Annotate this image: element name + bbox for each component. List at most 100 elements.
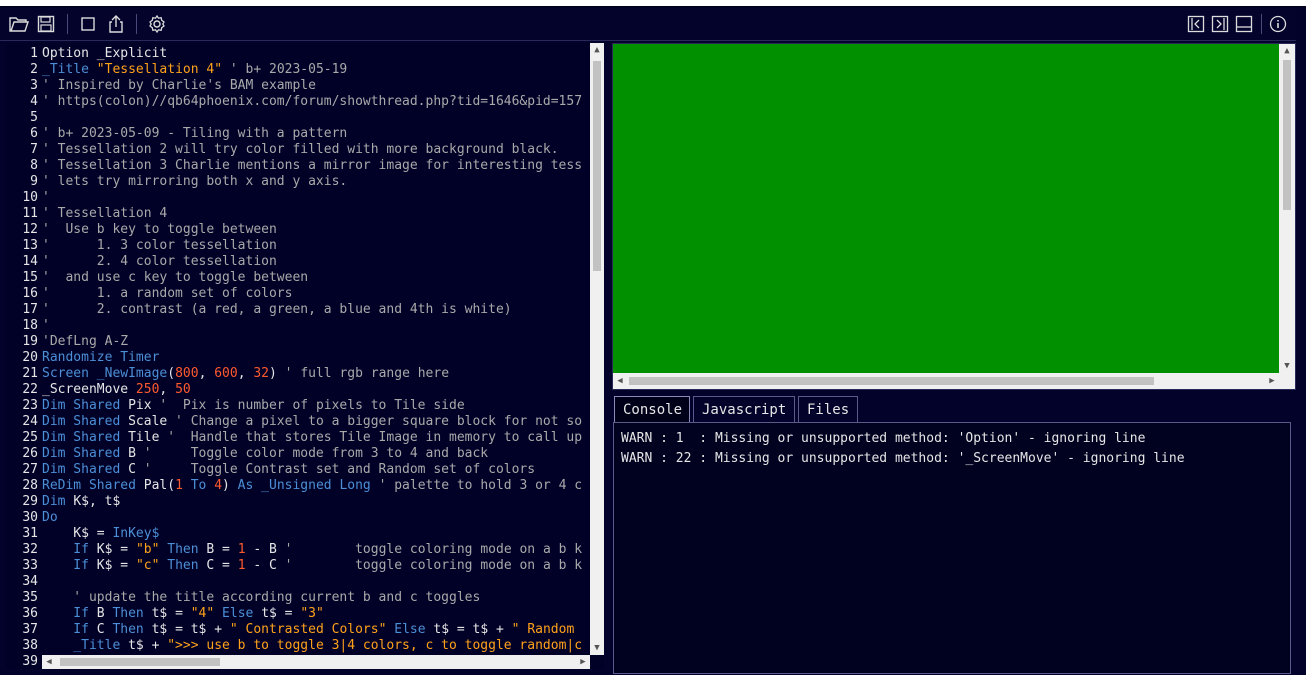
tab-console[interactable]: Console xyxy=(614,396,690,422)
code-line[interactable]: ' xyxy=(42,318,50,334)
info-icon[interactable] xyxy=(1267,13,1289,35)
code-token: ' Pix is number of pixels to Tile side xyxy=(151,398,465,413)
code-token: C = xyxy=(206,558,238,573)
scroll-right-icon[interactable]: ▶ xyxy=(576,655,590,669)
code-line[interactable]: ' Inspired by Charlie's BAM example xyxy=(42,78,316,94)
code-line[interactable]: ' xyxy=(42,190,50,206)
canvas-horizontal-scrollbar[interactable]: ◀ ▶ xyxy=(613,373,1279,389)
line-number: 2 xyxy=(30,62,38,77)
code-token: - C xyxy=(245,558,277,573)
code-line[interactable]: _ScreenMove 250, 50 xyxy=(42,382,191,398)
scroll-thumb[interactable] xyxy=(629,377,1154,385)
code-line[interactable]: ' and use c key to toggle between xyxy=(42,270,308,286)
code-line[interactable]: ' Use b key to toggle between xyxy=(42,222,277,238)
code-line[interactable]: Dim K$, t$ xyxy=(42,494,120,510)
code-line[interactable]: ' lets try mirroring both x and y axis. xyxy=(42,174,347,190)
code-line[interactable]: If C Then t$ = t$ + " Contrasted Colors"… xyxy=(42,622,574,638)
code-line[interactable]: _Title t$ + ">>> use b to toggle 3|4 col… xyxy=(42,638,582,654)
share-icon[interactable] xyxy=(105,13,127,35)
code-token: 50 xyxy=(175,382,191,397)
code-line[interactable]: Option _Explicit xyxy=(42,46,167,62)
line-number: 34 xyxy=(22,574,38,589)
panel-bottom-icon[interactable] xyxy=(1233,13,1255,35)
toolbar-separator xyxy=(136,14,137,34)
code-line[interactable]: Do xyxy=(42,510,58,526)
code-token: To xyxy=(182,478,215,493)
code-line[interactable]: ' update the title according current b a… xyxy=(42,590,480,606)
code-token: C xyxy=(96,622,105,637)
code-line[interactable]: ' 2. contrast (a red, a green, a blue an… xyxy=(42,302,512,318)
code-line[interactable]: Randomize Timer xyxy=(42,350,159,366)
scroll-left-icon[interactable]: ◀ xyxy=(613,374,627,388)
scroll-up-icon[interactable]: ▲ xyxy=(1280,44,1294,58)
editor-horizontal-scrollbar[interactable]: ◀ ▶ xyxy=(42,655,590,669)
code-token: 1 xyxy=(175,478,183,493)
editor-vertical-scrollbar[interactable]: ▲ ▼ xyxy=(590,43,604,655)
code-token: , xyxy=(159,382,176,397)
code-line[interactable]: If K$ = "c" Then C = 1 - C ' toggle colo… xyxy=(42,558,582,574)
code-line[interactable]: Dim Shared Scale ' Change a pixel to a b… xyxy=(42,414,582,430)
save-icon[interactable] xyxy=(35,13,57,35)
code-token: "3" xyxy=(300,606,324,621)
code-token: Then xyxy=(104,606,152,621)
canvas-vertical-scrollbar[interactable]: ▲ ▼ xyxy=(1279,44,1295,373)
code-line[interactable]: ' 2. 4 color tessellation xyxy=(42,254,277,270)
code-line[interactable]: Dim Shared Pix ' Pix is number of pixels… xyxy=(42,398,465,414)
line-number: 7 xyxy=(30,142,38,157)
collapse-left-icon[interactable] xyxy=(1185,13,1207,35)
code-line[interactable]: Dim Shared C ' Toggle Contrast set and R… xyxy=(42,462,535,478)
scroll-thumb[interactable] xyxy=(593,61,601,271)
scroll-up-icon[interactable]: ▲ xyxy=(590,43,604,57)
code-token: ' 2. contrast (a red, a green, a blue an… xyxy=(42,302,512,317)
code-line[interactable]: ' https(colon)//qb64phoenix.com/forum/sh… xyxy=(42,94,582,110)
code-token: If xyxy=(42,622,97,637)
code-token: ' Tessellation 3 Charlie mentions a mirr… xyxy=(42,158,583,173)
new-window-icon[interactable] xyxy=(77,13,99,35)
code-token: ' Inspired by Charlie's BAM example xyxy=(42,78,316,93)
code-line[interactable]: _Title "Tessellation 4" ' b+ 2023-05-19 xyxy=(42,62,347,78)
code-line[interactable]: Screen _NewImage(800, 600, 32) ' full rg… xyxy=(42,366,449,382)
code-line[interactable]: ' b+ 2023-05-09 - Tiling with a pattern xyxy=(42,126,347,142)
scroll-right-icon[interactable]: ▶ xyxy=(1265,374,1279,388)
code-token: " Random xyxy=(511,622,575,637)
output-canvas[interactable] xyxy=(613,44,1279,373)
code-line[interactable]: K$ = InKey$ xyxy=(42,526,159,542)
code-token: Else xyxy=(386,622,434,637)
code-token: t$ = t$ + xyxy=(151,622,230,637)
code-line[interactable]: If B Then t$ = "4" Else t$ = "3" xyxy=(42,606,324,622)
code-token: As xyxy=(229,478,262,493)
log-message: Missing or unsupported method: '_ScreenM… xyxy=(714,451,1185,466)
line-number: 3 xyxy=(30,78,38,93)
code-token: ' toggle coloring mode on a b k xyxy=(276,542,583,557)
code-line[interactable]: ' Tessellation 3 Charlie mentions a mirr… xyxy=(42,158,582,174)
tab-javascript[interactable]: Javascript xyxy=(693,396,795,422)
scroll-down-icon[interactable]: ▼ xyxy=(590,641,604,655)
code-line[interactable]: If K$ = "b" Then B = 1 - B ' toggle colo… xyxy=(42,542,582,558)
code-line[interactable]: Dim Shared Tile ' Handle that stores Til… xyxy=(42,430,582,446)
code-line[interactable]: ' 1. a random set of colors xyxy=(42,286,292,302)
code-token: 800 xyxy=(175,366,199,381)
line-number: 10 xyxy=(22,190,38,205)
code-editor[interactable]: 1 2 3 4 5 6 7 8 9 10 11 12 13 14 15 16 17 18 19 20 21 22 23 24 2… xyxy=(6,43,604,669)
scroll-thumb[interactable] xyxy=(60,658,220,666)
scroll-left-icon[interactable]: ◀ xyxy=(42,655,56,669)
code-token: K$ = xyxy=(96,542,136,557)
tab-files[interactable]: Files xyxy=(798,396,858,422)
open-folder-icon[interactable] xyxy=(8,13,30,35)
scroll-down-icon[interactable]: ▼ xyxy=(1280,359,1294,373)
code-line[interactable]: 'DefLng A-Z xyxy=(42,334,128,350)
scroll-thumb[interactable] xyxy=(1283,60,1291,210)
code-token: _ScreenMove xyxy=(42,382,136,397)
settings-gear-icon[interactable] xyxy=(146,13,168,35)
code-area[interactable]: Option _Explicit _Title "Tessellation 4" … xyxy=(42,43,588,655)
code-line[interactable]: ' Tessellation 2 will try color filled w… xyxy=(42,142,559,158)
code-line[interactable]: ReDim Shared Pal(1 To 4) As _Unsigned Lo… xyxy=(42,478,582,494)
collapse-right-icon[interactable] xyxy=(1209,13,1231,35)
code-line[interactable]: ' Tessellation 4 xyxy=(42,206,167,222)
code-token: ' toggle coloring mode on a b k xyxy=(276,558,583,573)
code-token: _Title xyxy=(42,638,129,653)
code-line[interactable]: ' 1. 3 color tessellation xyxy=(42,238,277,254)
code-line[interactable]: Dim Shared B ' Toggle color mode from 3 … xyxy=(42,446,488,462)
code-token: Pix xyxy=(128,398,152,413)
code-token: C xyxy=(128,462,136,477)
